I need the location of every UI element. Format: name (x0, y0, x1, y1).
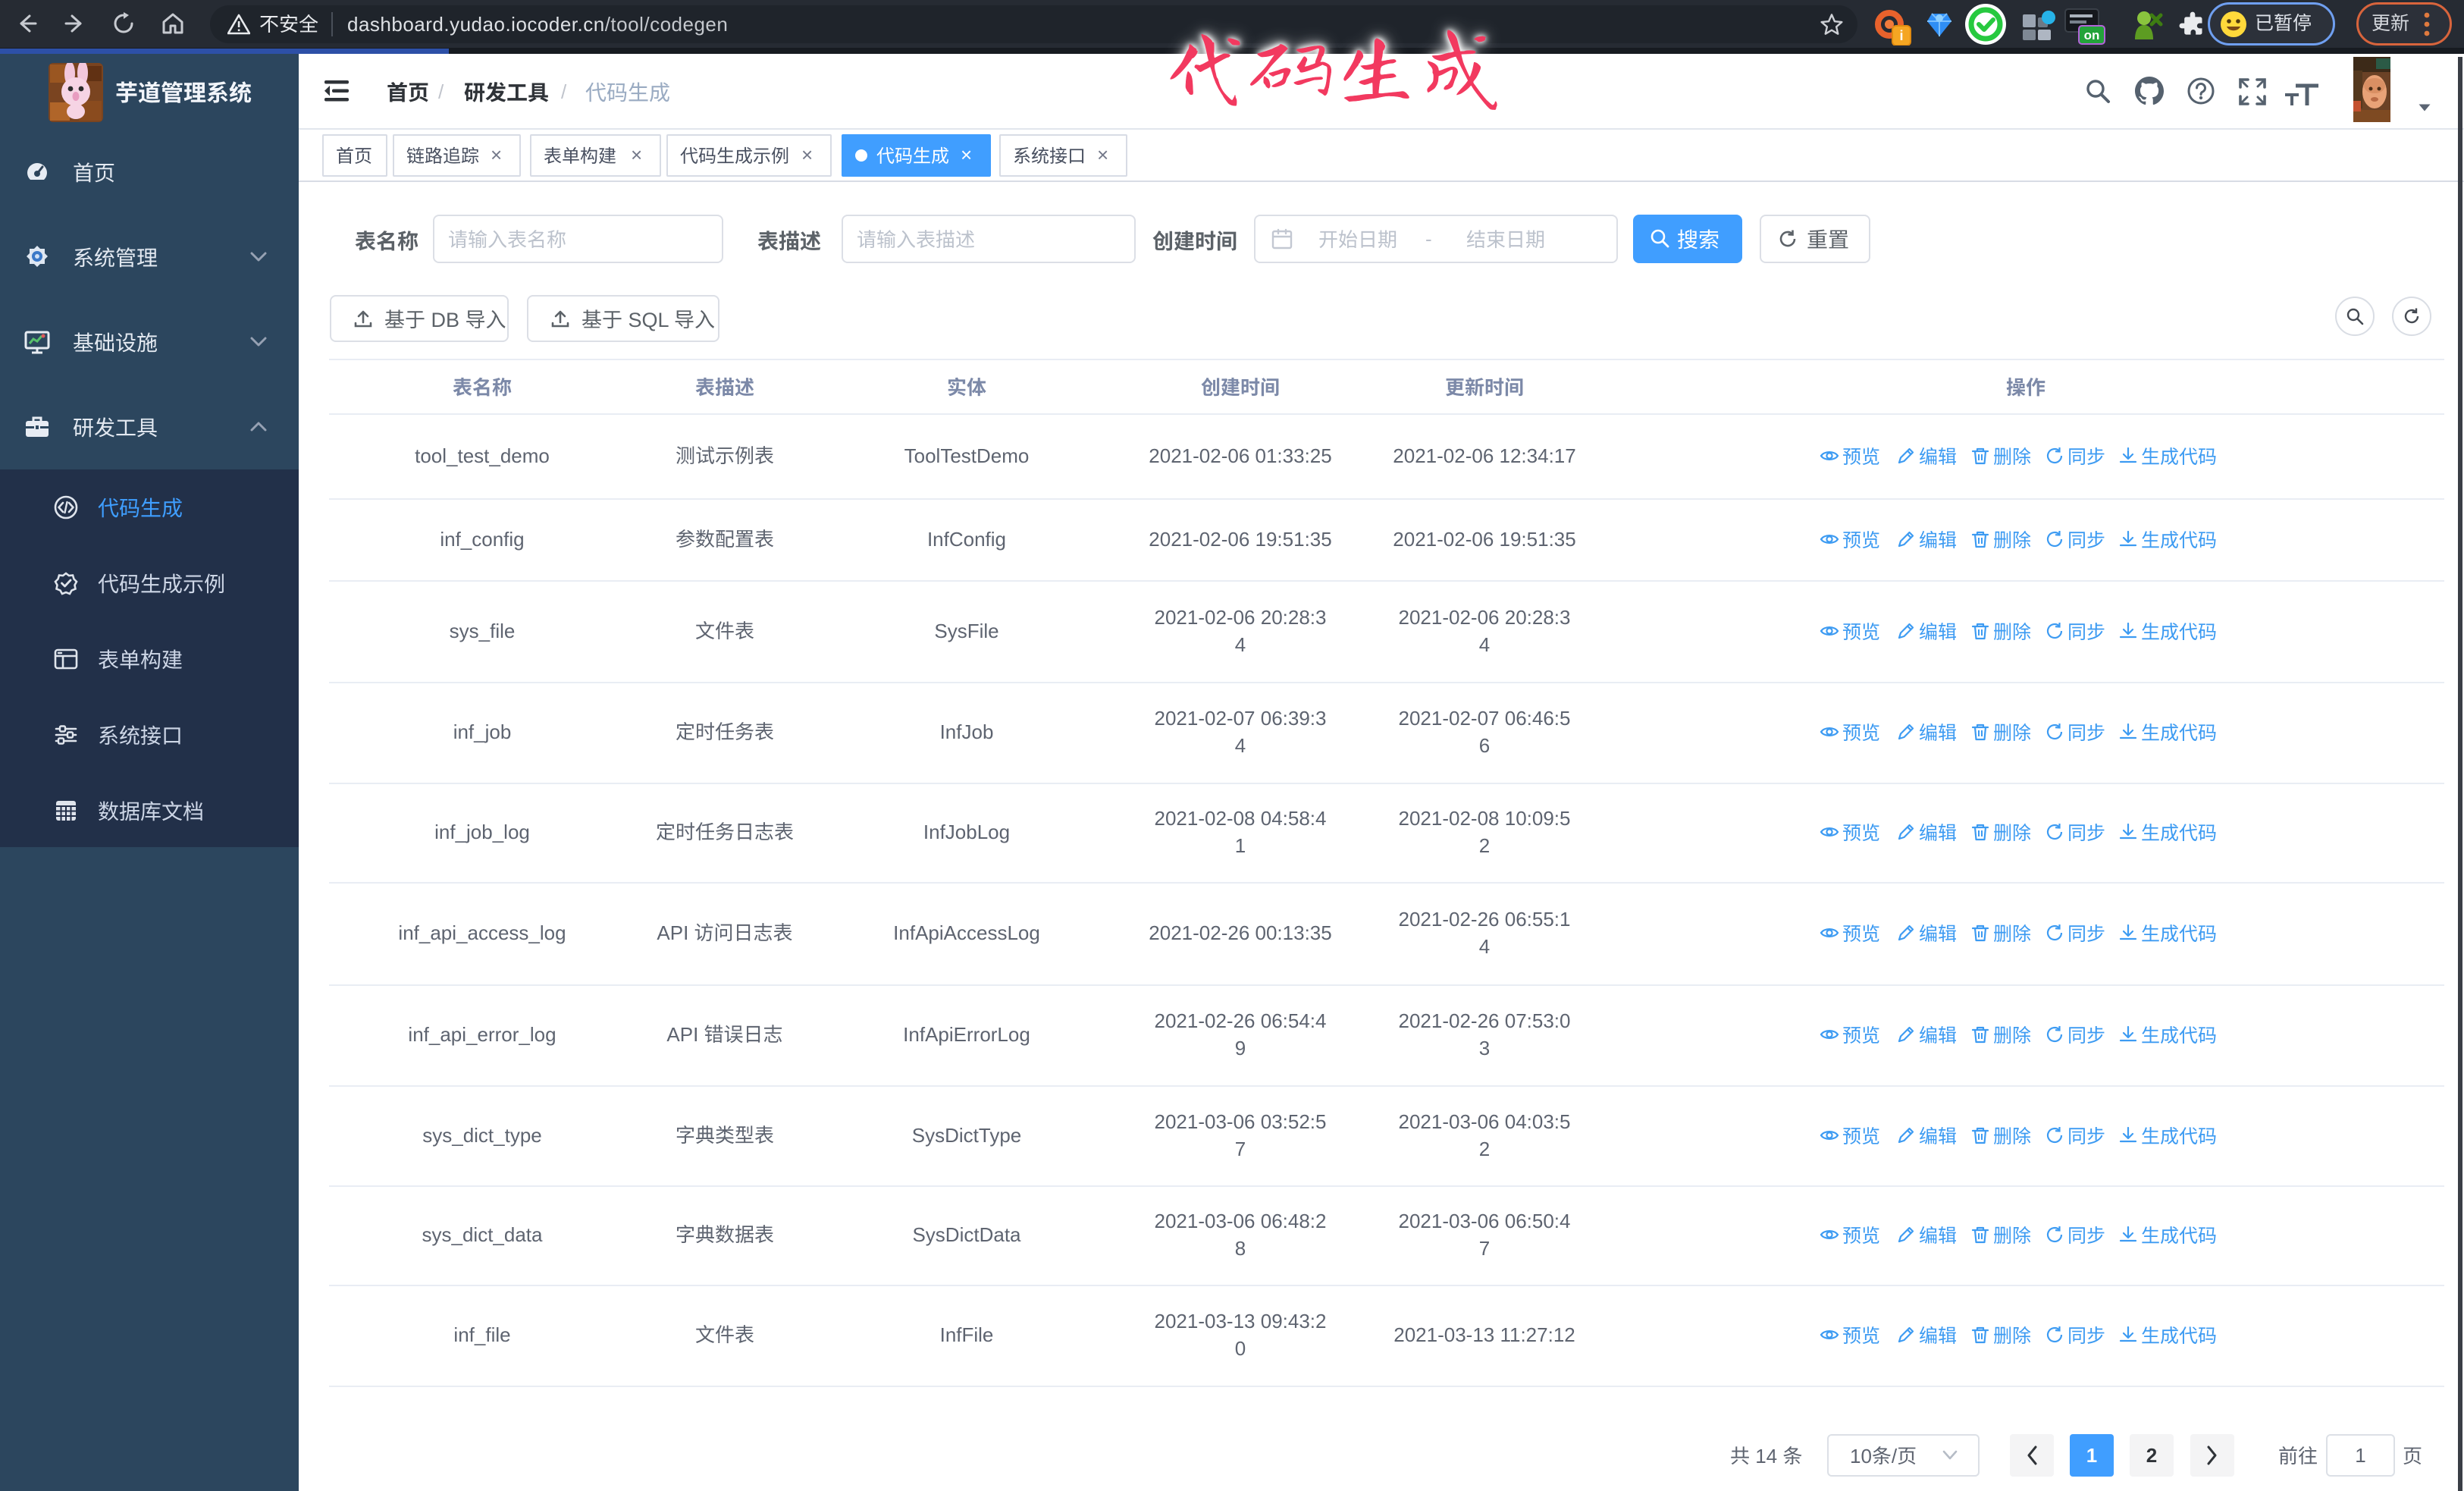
svg-text:on: on (2084, 28, 2100, 42)
svg-text:i: i (1899, 28, 1903, 43)
